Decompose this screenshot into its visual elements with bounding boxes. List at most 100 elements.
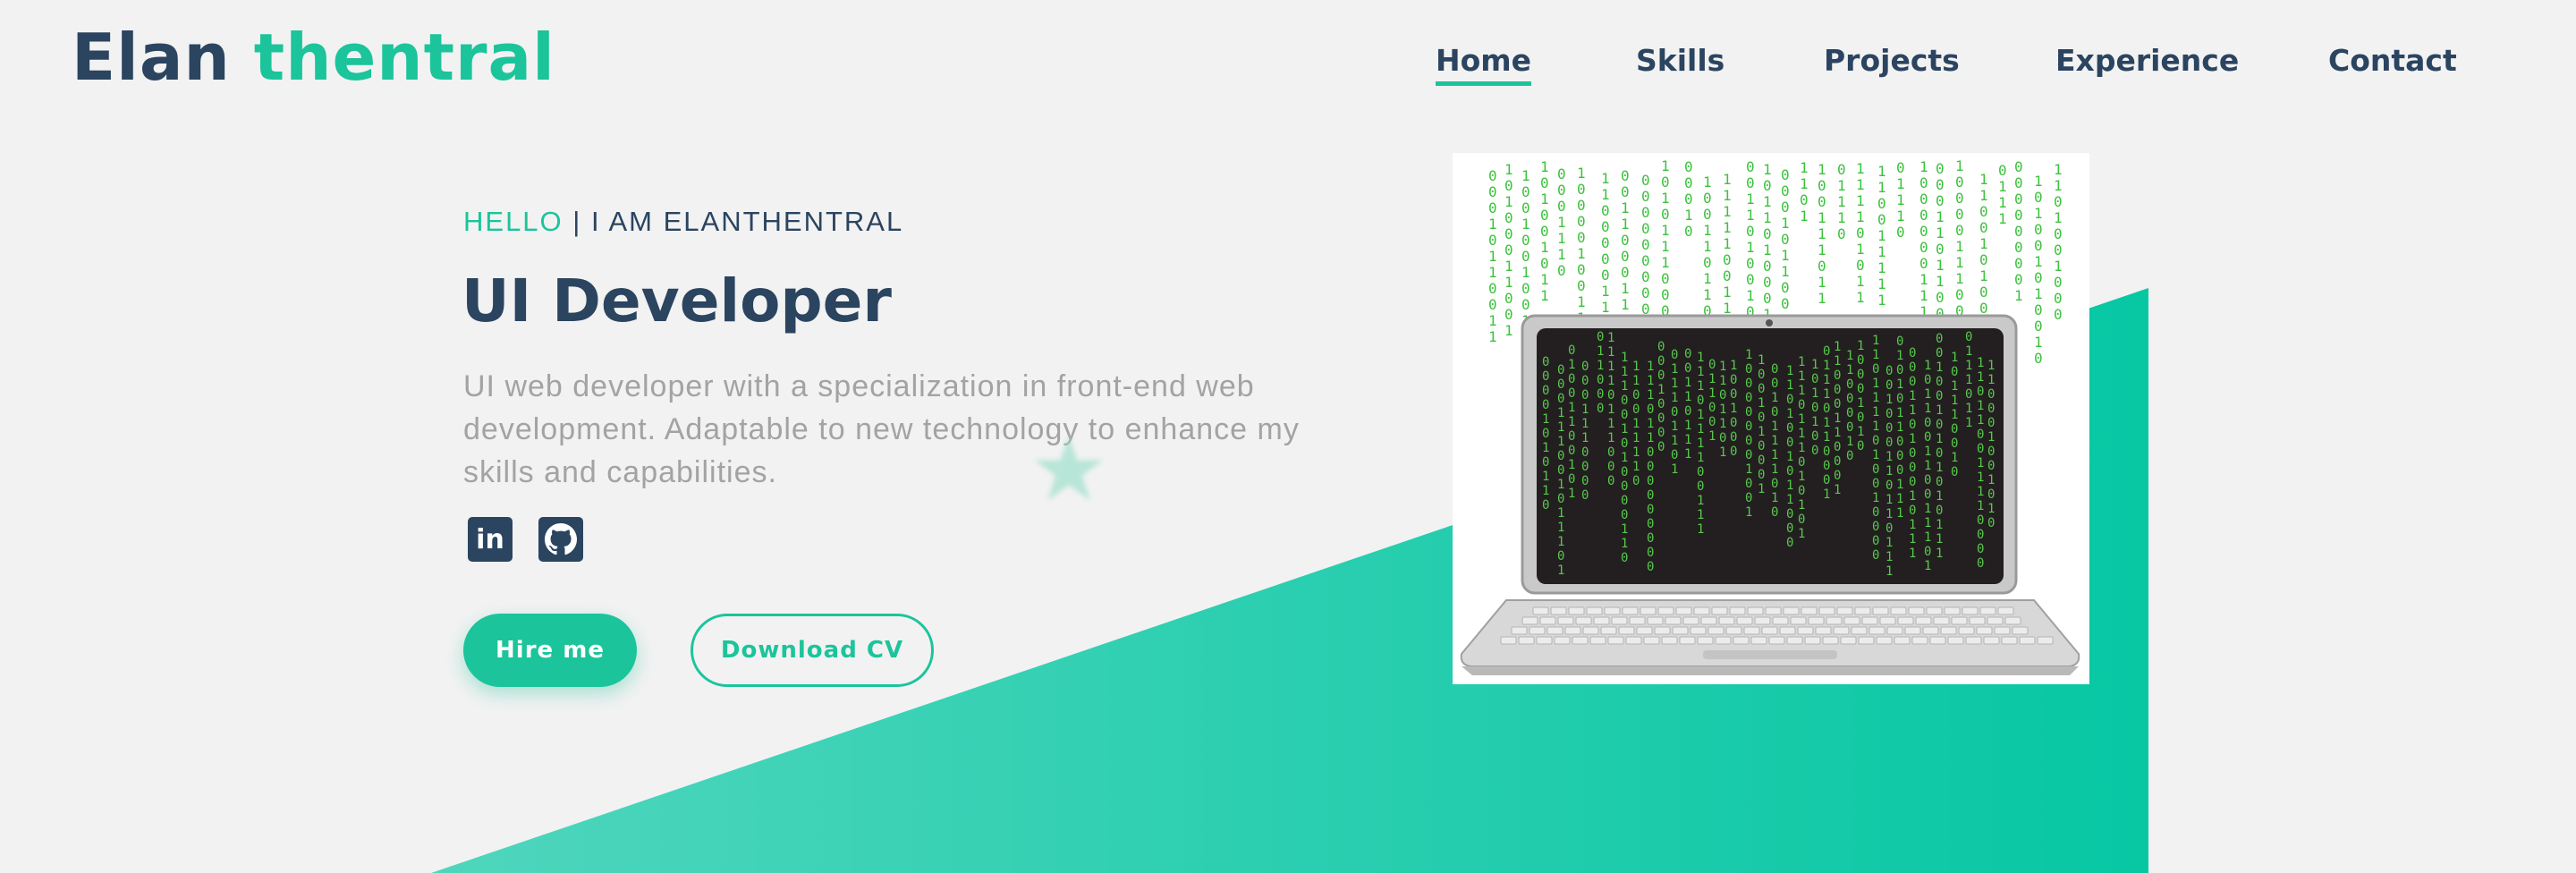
svg-text:1: 1 bbox=[1542, 441, 1549, 455]
svg-text:0: 0 bbox=[1977, 542, 1984, 556]
svg-text:0: 0 bbox=[1661, 286, 1670, 303]
svg-text:0: 0 bbox=[1730, 416, 1737, 430]
svg-text:0: 0 bbox=[1621, 183, 1630, 200]
svg-text:0: 0 bbox=[1763, 177, 1772, 194]
svg-text:0: 0 bbox=[1597, 373, 1604, 387]
svg-text:0: 0 bbox=[1771, 477, 1778, 491]
svg-text:0: 0 bbox=[1936, 332, 1943, 346]
nav-skills[interactable]: Skills bbox=[1636, 43, 1724, 78]
svg-text:1: 1 bbox=[1697, 451, 1704, 465]
svg-text:0: 0 bbox=[1746, 255, 1755, 272]
svg-text:0: 0 bbox=[1542, 369, 1549, 384]
svg-text:1: 1 bbox=[1581, 403, 1589, 417]
svg-text:0: 0 bbox=[1823, 344, 1830, 359]
svg-text:0: 0 bbox=[1657, 397, 1665, 411]
svg-text:1: 1 bbox=[1568, 458, 1575, 472]
svg-text:0: 0 bbox=[1521, 248, 1530, 265]
svg-text:1: 1 bbox=[1708, 429, 1716, 444]
svg-text:1: 1 bbox=[1661, 157, 1670, 174]
svg-text:0: 0 bbox=[1684, 174, 1693, 191]
svg-text:0: 0 bbox=[1857, 439, 1864, 453]
svg-text:0: 0 bbox=[2014, 239, 2023, 256]
svg-text:1: 1 bbox=[1896, 506, 1903, 521]
svg-text:0: 0 bbox=[1896, 463, 1903, 478]
svg-text:1: 1 bbox=[1697, 351, 1704, 365]
svg-text:1: 1 bbox=[1924, 402, 1931, 416]
svg-text:1: 1 bbox=[1786, 364, 1793, 378]
svg-text:1: 1 bbox=[1557, 521, 1564, 535]
nav-experience[interactable]: Experience bbox=[2055, 43, 2239, 78]
svg-text:0: 0 bbox=[1557, 182, 1566, 199]
svg-text:1: 1 bbox=[1577, 245, 1586, 262]
svg-text:0: 0 bbox=[1657, 426, 1665, 440]
linkedin-icon: in bbox=[476, 523, 504, 555]
svg-text:0: 0 bbox=[1856, 257, 1865, 274]
svg-text:0: 0 bbox=[2034, 221, 2043, 238]
svg-text:0: 0 bbox=[1955, 206, 1964, 223]
linkedin-link[interactable]: in bbox=[468, 517, 513, 562]
svg-text:1: 1 bbox=[1746, 207, 1755, 224]
svg-text:0: 0 bbox=[1657, 369, 1665, 383]
svg-text:1: 1 bbox=[1771, 420, 1778, 434]
svg-text:1: 1 bbox=[1708, 386, 1716, 401]
svg-text:1: 1 bbox=[1951, 408, 1958, 422]
svg-text:0: 0 bbox=[1632, 403, 1640, 417]
svg-text:1: 1 bbox=[1909, 547, 1916, 561]
svg-text:0: 0 bbox=[1872, 534, 1879, 548]
svg-text:0: 0 bbox=[1846, 449, 1853, 463]
download-cv-button[interactable]: Download CV bbox=[691, 614, 934, 687]
svg-text:1: 1 bbox=[2054, 177, 2063, 194]
hire-me-button[interactable]: Hire me bbox=[463, 614, 637, 687]
svg-text:0: 0 bbox=[1979, 203, 1988, 220]
svg-text:0: 0 bbox=[1872, 362, 1879, 377]
svg-text:1: 1 bbox=[1621, 537, 1628, 551]
github-link[interactable] bbox=[538, 517, 583, 562]
svg-text:1: 1 bbox=[1877, 275, 1886, 292]
nav-contact[interactable]: Contact bbox=[2328, 43, 2457, 78]
svg-text:0: 0 bbox=[1977, 385, 1984, 399]
svg-text:0: 0 bbox=[1641, 204, 1650, 221]
svg-text:0: 0 bbox=[1557, 492, 1564, 506]
svg-text:0: 0 bbox=[2014, 255, 2023, 272]
svg-text:1: 1 bbox=[1647, 360, 1654, 374]
svg-text:1: 1 bbox=[1621, 351, 1628, 365]
svg-text:1: 1 bbox=[1837, 193, 1846, 210]
svg-text:1: 1 bbox=[1647, 431, 1654, 445]
svg-text:0: 0 bbox=[1641, 236, 1650, 253]
svg-text:1: 1 bbox=[2054, 258, 2063, 275]
svg-text:1: 1 bbox=[1936, 547, 1943, 561]
svg-text:0: 0 bbox=[1657, 340, 1665, 354]
svg-text:1: 1 bbox=[1723, 284, 1732, 301]
svg-text:1: 1 bbox=[1607, 374, 1614, 388]
svg-text:0: 0 bbox=[1557, 377, 1564, 392]
svg-text:0: 0 bbox=[1977, 442, 1984, 456]
svg-text:0: 0 bbox=[1641, 188, 1650, 205]
svg-text:1: 1 bbox=[1697, 494, 1704, 508]
svg-text:1: 1 bbox=[1924, 445, 1931, 459]
svg-text:0: 0 bbox=[1924, 373, 1931, 387]
nav-home[interactable]: Home bbox=[1436, 43, 1532, 86]
svg-text:1: 1 bbox=[1521, 167, 1530, 184]
svg-text:1: 1 bbox=[1834, 426, 1841, 440]
svg-text:1: 1 bbox=[1557, 535, 1564, 549]
svg-text:0: 0 bbox=[1896, 449, 1903, 463]
site-logo[interactable]: Elan thentral bbox=[72, 20, 555, 95]
svg-text:0: 0 bbox=[1909, 346, 1916, 360]
svg-text:0: 0 bbox=[1540, 223, 1549, 240]
svg-text:0: 0 bbox=[1771, 505, 1778, 520]
svg-text:0: 0 bbox=[1661, 206, 1670, 223]
svg-text:0: 0 bbox=[1632, 388, 1640, 403]
svg-text:0: 0 bbox=[2034, 237, 2043, 254]
svg-text:1: 1 bbox=[1909, 389, 1916, 403]
svg-text:0: 0 bbox=[1597, 330, 1604, 344]
svg-text:1: 1 bbox=[1568, 415, 1575, 429]
svg-text:0: 0 bbox=[1621, 436, 1628, 451]
nav-projects[interactable]: Projects bbox=[1824, 43, 1960, 78]
svg-text:0: 0 bbox=[1909, 360, 1916, 375]
svg-text:1: 1 bbox=[1632, 431, 1640, 445]
svg-text:0: 0 bbox=[2054, 290, 2063, 307]
svg-text:0: 0 bbox=[1504, 209, 1513, 226]
svg-text:0: 0 bbox=[1557, 262, 1566, 279]
svg-text:1: 1 bbox=[1771, 434, 1778, 448]
svg-text:1: 1 bbox=[1896, 191, 1905, 208]
